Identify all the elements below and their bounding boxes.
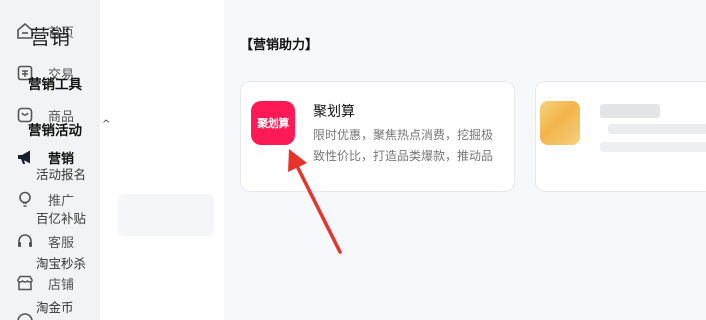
annotation-arrow	[288, 149, 342, 254]
